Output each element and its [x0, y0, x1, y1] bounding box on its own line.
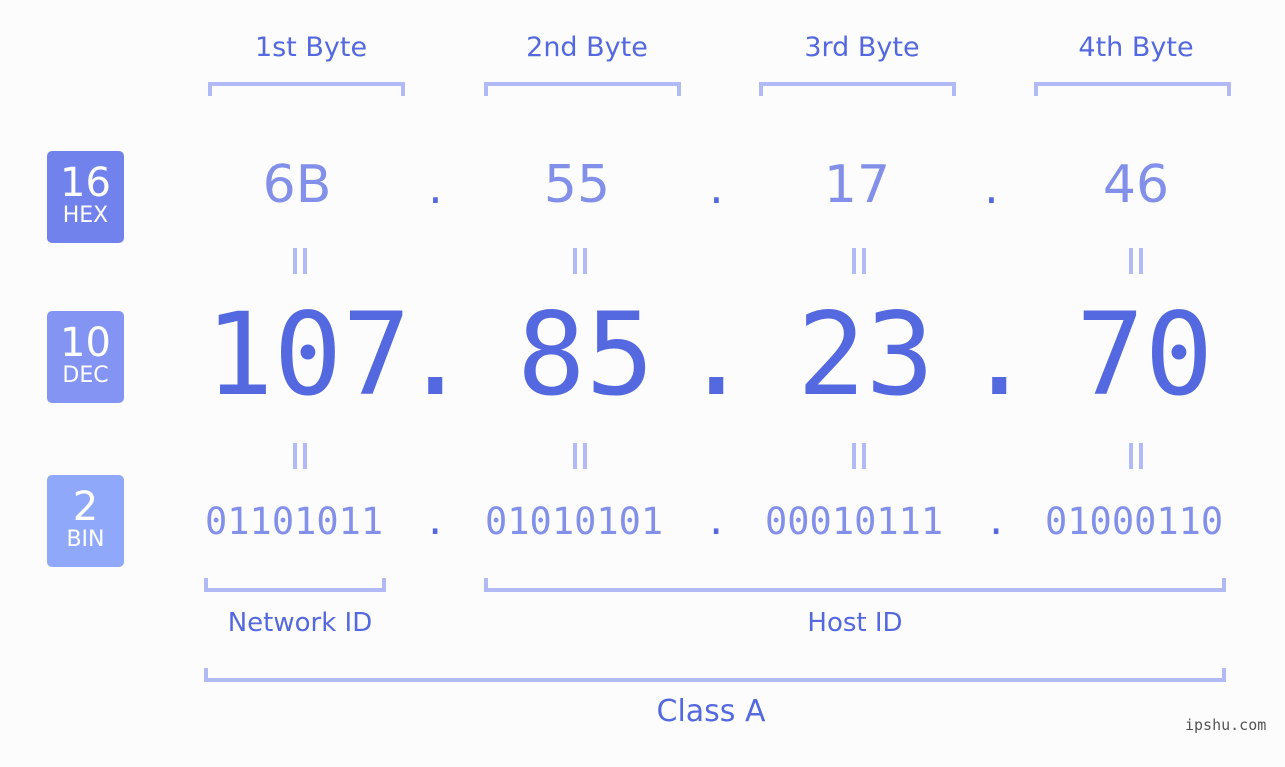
equals-icon — [570, 443, 590, 469]
byte-header-4: 4th Byte — [1078, 32, 1194, 63]
equals-icon — [290, 443, 310, 469]
class-bracket — [204, 668, 1226, 682]
equals-icon — [1126, 248, 1146, 274]
equals-icon — [849, 443, 869, 469]
dec-base-label: DEC — [62, 363, 109, 388]
bin-byte-1: 01101011 — [205, 500, 384, 543]
byte-header-1: 1st Byte — [254, 32, 368, 63]
byte-bracket-4 — [1034, 82, 1231, 96]
network-id-bracket — [204, 578, 386, 592]
bin-byte-3: 00010111 — [765, 500, 944, 543]
byte-bracket-3 — [759, 82, 956, 96]
bin-base-number: 2 — [72, 484, 99, 530]
byte-bracket-2 — [484, 82, 681, 96]
hex-separator-2: . — [705, 168, 728, 212]
dec-byte-4: 70 — [1076, 288, 1214, 421]
equals-icon — [1126, 443, 1146, 469]
hex-byte-2: 55 — [543, 155, 611, 215]
bin-separator-3: . — [985, 500, 1008, 543]
equals-icon — [290, 248, 310, 274]
byte-header-2: 2nd Byte — [526, 32, 648, 63]
dec-byte-1: 107 — [205, 288, 411, 421]
dec-base-number: 10 — [60, 320, 111, 366]
bin-byte-4: 01000110 — [1045, 500, 1224, 543]
hex-base-number: 16 — [60, 160, 111, 206]
host-id-label: Host ID — [807, 608, 903, 638]
dec-byte-2: 85 — [517, 288, 655, 421]
bin-base-badge: 2 BIN — [47, 475, 124, 567]
hex-byte-3: 17 — [823, 155, 891, 215]
byte-header-3: 3rd Byte — [804, 32, 920, 63]
byte-bracket-1 — [208, 82, 405, 96]
equals-icon — [849, 248, 869, 274]
hex-base-badge: 16 HEX — [47, 151, 124, 243]
hex-byte-1: 6B — [262, 155, 332, 215]
dec-separator-1: . — [401, 288, 470, 421]
dec-separator-2: . — [682, 288, 751, 421]
dec-separator-3: . — [965, 288, 1034, 421]
bin-byte-2: 01010101 — [485, 500, 664, 543]
class-label: Class A — [656, 694, 766, 729]
hex-separator-3: . — [980, 168, 1003, 212]
bin-separator-1: . — [424, 500, 447, 543]
equals-icon — [570, 248, 590, 274]
hex-separator-1: . — [424, 168, 447, 212]
watermark: ipshu.com — [1185, 716, 1267, 734]
dec-byte-3: 23 — [797, 288, 935, 421]
bin-base-label: BIN — [66, 527, 105, 552]
host-id-bracket — [484, 578, 1226, 592]
hex-byte-4: 46 — [1102, 155, 1170, 215]
bin-separator-2: . — [705, 500, 728, 543]
dec-base-badge: 10 DEC — [47, 311, 124, 403]
hex-base-label: HEX — [62, 203, 109, 228]
network-id-label: Network ID — [227, 608, 373, 638]
